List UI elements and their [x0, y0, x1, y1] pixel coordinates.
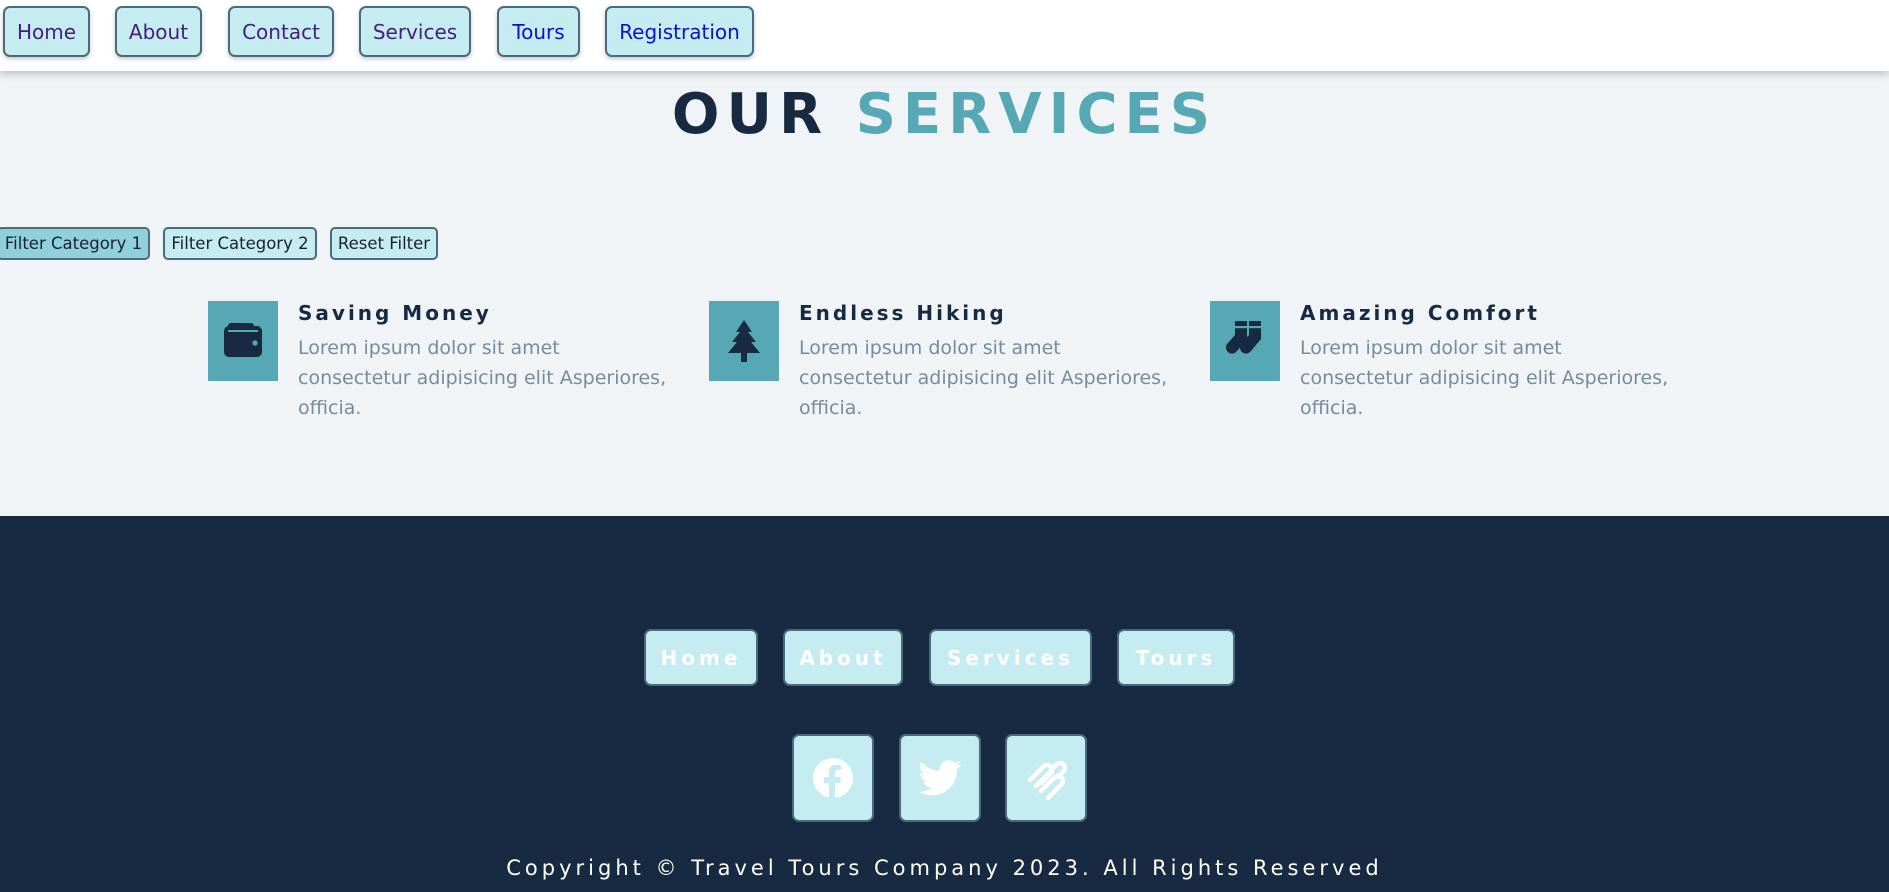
service-title: Amazing Comfort [1300, 301, 1540, 325]
filter-category-2-button[interactable]: Filter Category 2 [163, 227, 317, 260]
section-title-word-1: OUR [671, 82, 830, 147]
tree-icon [709, 301, 779, 381]
filter-category-1-button[interactable]: Filter Category 1 [0, 227, 150, 260]
service-item-endless-hiking: Endless Hiking Lorem ipsum dolor sit ame… [709, 301, 1169, 419]
section-title: OUR SERVICES [0, 82, 1889, 147]
service-title: Saving Money [298, 301, 492, 325]
nav-tours-button[interactable]: Tours [497, 6, 580, 57]
top-navbar: Home About Contact Services Tours Regist… [0, 0, 1889, 71]
service-description: Lorem ipsum dolor sit amet consectetur a… [1300, 337, 1669, 419]
service-description: Lorem ipsum dolor sit amet consectetur a… [799, 337, 1168, 419]
socks-icon [1210, 301, 1280, 381]
footer-home-link[interactable]: Home [644, 629, 758, 686]
footer-services-link[interactable]: Services [929, 629, 1092, 686]
nav-services-button[interactable]: Services [359, 6, 471, 57]
service-title: Endless Hiking [799, 301, 1007, 325]
wallet-icon [208, 301, 278, 381]
footer: Home About Services Tours Copyright © Tr… [0, 516, 1889, 892]
squarespace-icon [1027, 760, 1068, 800]
twitter-icon [918, 760, 962, 796]
service-item-amazing-comfort: Amazing Comfort Lorem ipsum dolor sit am… [1210, 301, 1670, 419]
nav-contact-button[interactable]: Contact [228, 6, 334, 57]
footer-about-link[interactable]: About [783, 629, 903, 686]
copyright-text: Copyright © Travel Tours Company 2023. A… [506, 856, 1383, 880]
nav-home-button[interactable]: Home [3, 6, 90, 57]
reset-filter-button[interactable]: Reset Filter [330, 227, 438, 260]
nav-about-button[interactable]: About [115, 6, 202, 57]
facebook-icon [813, 758, 853, 798]
squarespace-button[interactable] [1005, 734, 1087, 822]
footer-tours-link[interactable]: Tours [1117, 629, 1235, 686]
service-item-saving-money: Saving Money Lorem ipsum dolor sit amet … [208, 301, 668, 419]
service-description: Lorem ipsum dolor sit amet consectetur a… [298, 337, 667, 419]
nav-registration-button[interactable]: Registration [605, 6, 754, 57]
facebook-button[interactable] [792, 734, 874, 822]
section-title-word-2: SERVICES [855, 82, 1218, 147]
twitter-button[interactable] [899, 734, 981, 822]
